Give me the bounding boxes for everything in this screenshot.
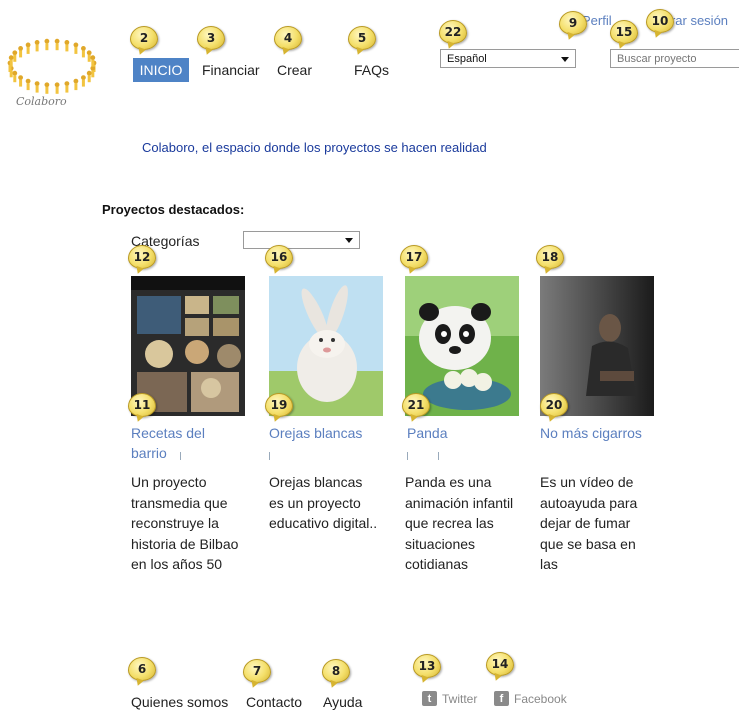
twitter-icon: t	[422, 691, 437, 706]
separator	[180, 452, 181, 460]
annotation-bubble: 2	[130, 26, 158, 50]
footer-ayuda[interactable]: Ayuda	[323, 694, 362, 710]
annotation-bubble: 15	[610, 20, 638, 44]
footer-quienes-somos[interactable]: Quienes somos	[131, 694, 228, 710]
project-title-cigarros[interactable]: No más cigarros	[540, 423, 650, 443]
nav-inicio[interactable]: INICIO	[133, 58, 189, 82]
twitter-label: Twitter	[442, 691, 478, 706]
project-desc-panda: Panda es una animación infantil que recr…	[405, 474, 514, 572]
footer-contacto[interactable]: Contacto	[246, 694, 302, 710]
annotation-bubble: 16	[265, 245, 293, 269]
annotation-bubble: 19	[265, 393, 293, 417]
annotation-bubble: 10	[646, 9, 674, 33]
annotation-bubble: 22	[439, 20, 467, 44]
project-title-panda[interactable]: Panda	[407, 423, 517, 443]
project-desc-orejas: Orejas blancas es un proyecto educativo …	[269, 474, 378, 531]
search-input[interactable]	[610, 49, 739, 68]
language-select[interactable]: Español	[440, 49, 576, 68]
annotation-bubble: 13	[413, 654, 441, 678]
logo-text: Colaboro	[16, 95, 67, 108]
annotation-bubble: 12	[128, 245, 156, 269]
facebook-icon: f	[494, 691, 509, 706]
nav-financiar[interactable]: Financiar	[202, 62, 260, 78]
separator	[438, 452, 439, 460]
facebook-label: Facebook	[514, 691, 567, 706]
nav-crear[interactable]: Crear	[277, 62, 312, 78]
annotation-bubble: 9	[559, 11, 587, 35]
category-select[interactable]	[243, 231, 360, 249]
project-desc-recetas: Un proyecto transmedia que reconstruye l…	[131, 474, 239, 572]
twitter-link[interactable]: t Twitter	[422, 691, 477, 706]
separator	[269, 452, 270, 460]
project-title-recetas[interactable]: Recetas del barrio	[131, 423, 241, 463]
annotation-bubble: 18	[536, 245, 564, 269]
language-selected: Español	[447, 52, 487, 65]
annotation-bubble: 8	[322, 659, 350, 683]
annotation-bubble: 7	[243, 659, 271, 683]
separator	[407, 452, 408, 460]
annotation-bubble: 14	[486, 652, 514, 676]
slogan: Colaboro, el espacio donde los proyectos…	[142, 140, 487, 155]
annotation-bubble: 4	[274, 26, 302, 50]
annotation-bubble: 20	[540, 393, 568, 417]
annotation-bubble: 3	[197, 26, 225, 50]
chevron-down-icon	[561, 56, 569, 62]
nav-faqs[interactable]: FAQs	[354, 62, 389, 78]
chevron-down-icon	[345, 238, 353, 243]
project-desc-cigarros: Es un vídeo de autoayuda para dejar de f…	[540, 474, 638, 572]
project-title-orejas[interactable]: Orejas blancas	[269, 423, 379, 443]
annotation-bubble: 21	[402, 393, 430, 417]
facebook-link[interactable]: f Facebook	[494, 691, 567, 706]
annotation-bubble: 6	[128, 657, 156, 681]
annotation-bubble: 11	[128, 393, 156, 417]
featured-title: Proyectos destacados:	[102, 202, 245, 217]
annotation-bubble: 5	[348, 26, 376, 50]
annotation-bubble: 17	[400, 245, 428, 269]
